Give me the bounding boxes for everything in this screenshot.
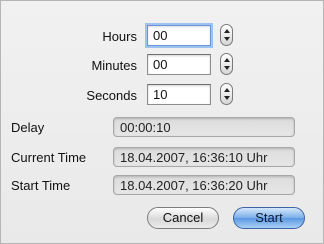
hours-field[interactable]: 00 bbox=[147, 25, 211, 46]
hours-label: Hours bbox=[102, 29, 137, 44]
seconds-stepper[interactable] bbox=[220, 83, 233, 105]
start-time-value: 18.04.2007, 16:36:20 Uhr bbox=[113, 175, 295, 195]
minutes-label: Minutes bbox=[91, 58, 137, 73]
minutes-field[interactable]: 00 bbox=[147, 54, 211, 75]
stepper-up-icon[interactable] bbox=[224, 29, 230, 33]
hours-stepper[interactable] bbox=[220, 24, 233, 46]
start-button[interactable]: Start bbox=[233, 207, 305, 229]
seconds-label: Seconds bbox=[86, 88, 137, 103]
current-time-label: Current Time bbox=[11, 150, 87, 165]
stepper-up-icon[interactable] bbox=[224, 58, 230, 62]
delay-label: Delay bbox=[11, 120, 45, 135]
stepper-down-icon[interactable] bbox=[224, 37, 230, 41]
start-time-label: Start Time bbox=[11, 178, 71, 193]
stepper-down-icon[interactable] bbox=[224, 96, 230, 100]
seconds-field[interactable]: 10 bbox=[147, 84, 211, 105]
delay-value: 00:00:10 bbox=[113, 117, 295, 137]
cancel-button[interactable]: Cancel bbox=[147, 207, 219, 229]
stepper-down-icon[interactable] bbox=[224, 66, 230, 70]
timer-dialog: Hours 00 Minutes 00 Seconds 10 Delay 00:… bbox=[0, 0, 324, 244]
stepper-up-icon[interactable] bbox=[224, 88, 230, 92]
minutes-stepper[interactable] bbox=[220, 53, 233, 75]
current-time-value: 18.04.2007, 16:36:10 Uhr bbox=[113, 147, 295, 167]
